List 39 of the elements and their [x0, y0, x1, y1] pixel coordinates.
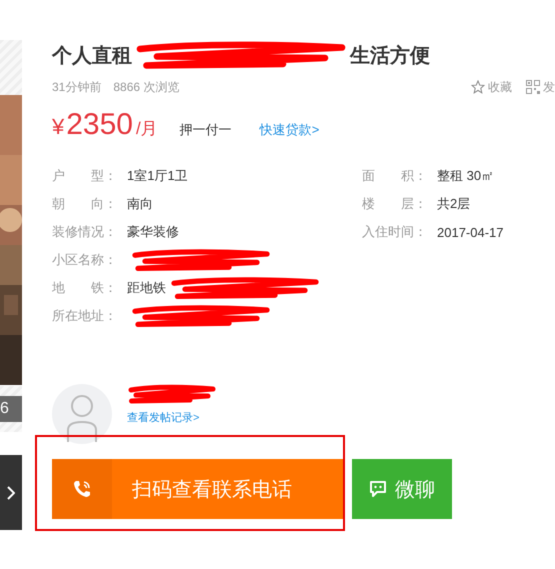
listing-title: 个人直租	[52, 44, 132, 68]
field-value: 1室1厅1卫	[127, 167, 188, 185]
chat-bubble-icon	[369, 480, 387, 498]
currency-sign: ¥	[52, 114, 64, 140]
field-value: 共2层	[437, 195, 470, 213]
star-icon	[471, 80, 485, 94]
rent-price: 2350	[66, 108, 133, 142]
payment-terms: 押一付一	[180, 121, 232, 139]
loan-link[interactable]: 快速贷款>	[260, 121, 320, 139]
post-history-link[interactable]: 查看发帖记录>	[127, 410, 227, 425]
field-label: 楼 层：	[362, 195, 428, 213]
field-label: 装修情况：	[52, 223, 118, 241]
next-button[interactable]	[0, 455, 22, 530]
field-value: 整租 30㎡	[437, 167, 494, 185]
field-label: 面 积：	[362, 167, 428, 185]
field-label: 所在地址：	[52, 307, 118, 325]
field-label: 朝 向：	[52, 195, 118, 213]
listing-title: 生活方便	[350, 44, 430, 68]
view-phone-button[interactable]: 扫码查看联系电话	[52, 459, 343, 519]
field-value: 距地铁	[127, 279, 166, 297]
posted-time: 31分钟前	[52, 78, 102, 96]
photo-count: 6	[0, 396, 22, 422]
qr-code-icon	[526, 80, 540, 94]
price-unit: /月	[136, 118, 158, 140]
field-label: 地 铁：	[52, 279, 118, 297]
thumbnail-placeholder	[0, 40, 22, 95]
share-button[interactable]: 发	[526, 78, 555, 96]
chevron-right-icon	[7, 486, 15, 500]
phone-icon	[72, 479, 92, 499]
avatar-icon	[52, 384, 112, 444]
field-value: 2017-04-17	[437, 224, 504, 240]
view-count: 8866 次浏览	[113, 78, 180, 96]
field-label: 小区名称：	[52, 251, 118, 269]
field-value: 南向	[127, 195, 153, 213]
field-value: 豪华装修	[127, 223, 179, 241]
favorite-button[interactable]: 收藏	[471, 78, 512, 96]
field-label: 入住时间：	[362, 223, 428, 241]
field-label: 户 型：	[52, 167, 118, 185]
chat-button[interactable]: 微聊	[352, 459, 452, 519]
